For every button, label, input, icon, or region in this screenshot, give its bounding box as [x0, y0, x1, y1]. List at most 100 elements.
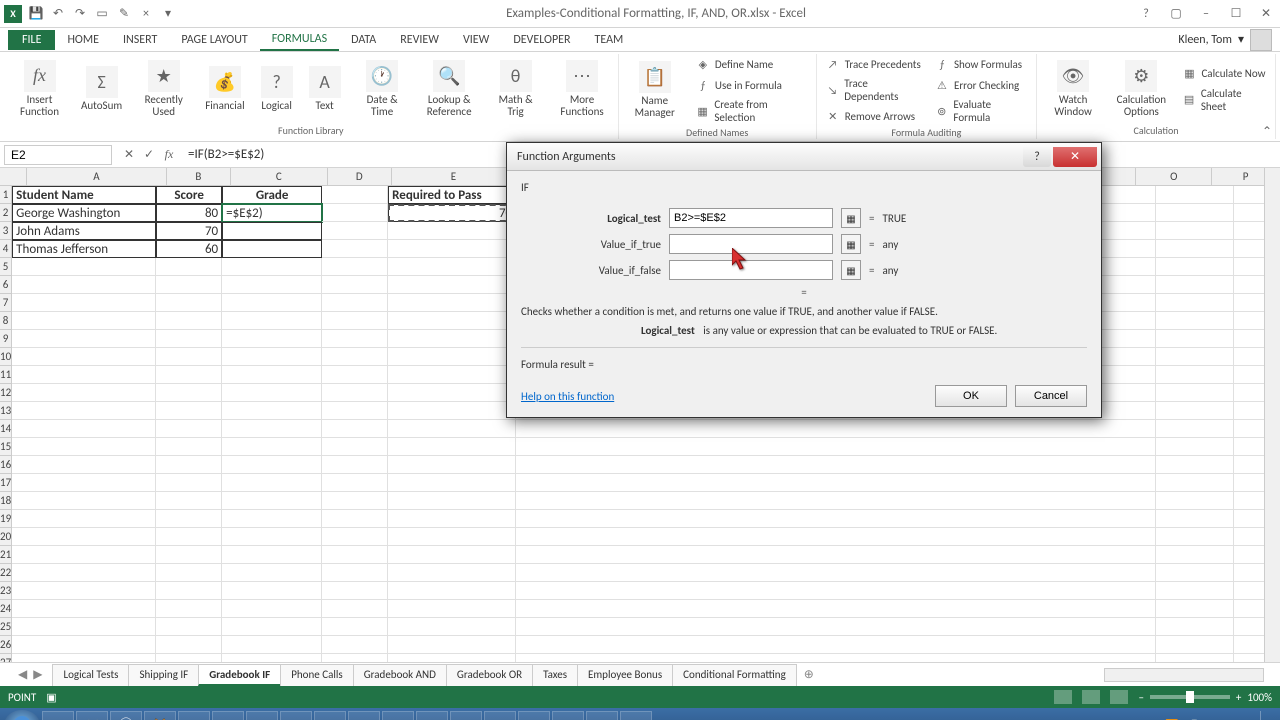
qat-more-icon[interactable]: ▾	[160, 6, 176, 22]
task-app7-icon[interactable]: ▤	[586, 711, 618, 720]
cell[interactable]	[516, 438, 1156, 456]
row-header-12[interactable]: 12	[0, 384, 12, 402]
cell[interactable]	[516, 600, 1156, 618]
cell[interactable]	[388, 294, 516, 312]
cell[interactable]	[1156, 456, 1234, 474]
zoom-out-icon[interactable]: –	[1138, 691, 1143, 704]
sheet-tab[interactable]: Conditional Formatting	[672, 664, 797, 686]
cell[interactable]	[388, 330, 516, 348]
arg2-input[interactable]	[669, 234, 833, 254]
cell[interactable]: 70	[156, 222, 222, 240]
tab-developer[interactable]: DEVELOPER	[501, 30, 582, 50]
cell[interactable]	[322, 456, 388, 474]
help-icon[interactable]: ?	[1136, 6, 1156, 22]
arg1-ref-icon[interactable]: ▦	[841, 208, 861, 228]
cell[interactable]: George Washington	[12, 204, 156, 222]
cell[interactable]	[322, 474, 388, 492]
cell[interactable]	[222, 240, 322, 258]
cell[interactable]	[222, 654, 322, 662]
ribbon-options-icon[interactable]: ▢	[1166, 6, 1186, 22]
cell[interactable]	[156, 438, 222, 456]
cell[interactable]	[12, 348, 156, 366]
arg3-input[interactable]	[669, 260, 833, 280]
save-icon[interactable]: 💾	[28, 6, 44, 22]
cell[interactable]	[322, 366, 388, 384]
cell[interactable]	[1156, 600, 1234, 618]
cell[interactable]	[156, 546, 222, 564]
cell[interactable]	[222, 510, 322, 528]
cell[interactable]	[388, 474, 516, 492]
remove-arrows-button[interactable]: ✕Remove Arrows	[821, 106, 926, 126]
cell[interactable]	[1156, 348, 1234, 366]
cell[interactable]	[156, 528, 222, 546]
row-header-2[interactable]: 2	[0, 204, 12, 222]
cell[interactable]	[1156, 528, 1234, 546]
cell[interactable]: Student Name	[12, 186, 156, 204]
cell[interactable]	[222, 420, 322, 438]
cell[interactable]	[12, 510, 156, 528]
cell[interactable]	[156, 510, 222, 528]
cell[interactable]	[156, 366, 222, 384]
financial-button[interactable]: 💰Financial	[199, 64, 250, 114]
row-header-20[interactable]: 20	[0, 528, 12, 546]
view-pagebreak-icon[interactable]	[1110, 690, 1128, 704]
cell[interactable]	[322, 312, 388, 330]
cell[interactable]	[12, 276, 156, 294]
trace-precedents-button[interactable]: ↗Trace Precedents	[821, 54, 926, 74]
cell[interactable]	[1156, 222, 1234, 240]
cell[interactable]	[388, 510, 516, 528]
task-powerpoint-icon[interactable]: P	[314, 711, 346, 720]
cell[interactable]	[12, 438, 156, 456]
cell[interactable]	[12, 546, 156, 564]
row-header-26[interactable]: 26	[0, 636, 12, 654]
cell[interactable]	[156, 600, 222, 618]
sheet-nav-next-icon[interactable]: ▶	[33, 667, 42, 682]
enter-formula-icon[interactable]: ✓	[140, 146, 158, 164]
cell[interactable]	[388, 582, 516, 600]
cell[interactable]	[516, 564, 1156, 582]
cell[interactable]	[1156, 582, 1234, 600]
row-header-11[interactable]: 11	[0, 366, 12, 384]
cell[interactable]	[322, 204, 388, 222]
math-button[interactable]: θMath & Trig	[485, 58, 547, 120]
help-link[interactable]: Help on this function	[521, 390, 614, 403]
name-box[interactable]	[4, 145, 112, 165]
cell[interactable]	[1156, 510, 1234, 528]
qat-item-3[interactable]: ×	[138, 6, 154, 22]
sheet-tab[interactable]: Gradebook AND	[353, 664, 447, 686]
cell[interactable]	[388, 528, 516, 546]
arg3-ref-icon[interactable]: ▦	[841, 260, 861, 280]
cell[interactable]	[222, 492, 322, 510]
qat-item-2[interactable]: ✎	[116, 6, 132, 22]
task-app1-icon[interactable]: ◐	[212, 711, 244, 720]
cell[interactable]	[222, 330, 322, 348]
cell[interactable]	[222, 600, 322, 618]
cell[interactable]	[388, 420, 516, 438]
cell[interactable]	[388, 384, 516, 402]
cell[interactable]	[516, 510, 1156, 528]
row-header-6[interactable]: 6	[0, 276, 12, 294]
text-button[interactable]: AText	[303, 64, 347, 114]
cell[interactable]	[12, 456, 156, 474]
cell[interactable]	[1156, 186, 1234, 204]
view-layout-icon[interactable]	[1082, 690, 1100, 704]
maximize-icon[interactable]: ☐	[1226, 6, 1246, 22]
cell[interactable]	[516, 474, 1156, 492]
cell[interactable]	[388, 654, 516, 662]
cell[interactable]	[322, 186, 388, 204]
cell[interactable]	[156, 420, 222, 438]
error-checking-button[interactable]: ⚠Error Checking	[930, 75, 1032, 95]
cell[interactable]	[222, 222, 322, 240]
cell[interactable]	[1156, 438, 1234, 456]
task-filezilla-icon[interactable]: Fz	[518, 711, 550, 720]
task-excel-icon[interactable]: X	[280, 711, 312, 720]
cell[interactable]	[1156, 276, 1234, 294]
cell[interactable]	[12, 600, 156, 618]
cell[interactable]	[12, 258, 156, 276]
cell[interactable]	[222, 546, 322, 564]
name-manager-button[interactable]: 📋Name Manager	[623, 59, 687, 121]
calc-options-button[interactable]: ⚙Calculation Options	[1109, 58, 1173, 120]
cell[interactable]	[322, 384, 388, 402]
cell[interactable]	[516, 456, 1156, 474]
sheet-tab[interactable]: Employee Bonus	[577, 664, 673, 686]
